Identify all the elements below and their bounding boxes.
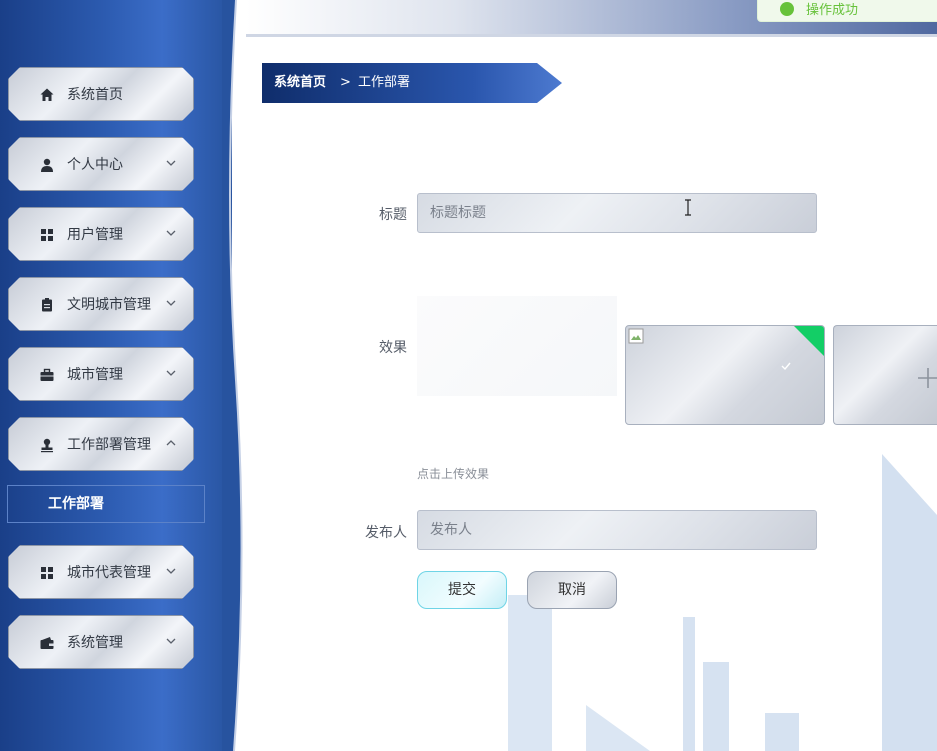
cancel-button[interactable]: 取消 [527, 571, 617, 609]
plus-icon [918, 368, 937, 388]
publisher-label: 发布人 [365, 525, 407, 541]
sidebar-item-label: 系统管理 [67, 635, 123, 651]
sidebar-item-label: 个人中心 [67, 157, 123, 173]
sidebar-item-city-management[interactable]: 城市管理 [8, 347, 194, 401]
check-icon [781, 362, 791, 371]
title-input[interactable] [417, 193, 817, 233]
upload-hint-text: 点击上传效果 [417, 467, 490, 481]
sidebar-item-civilized-city[interactable]: 文明城市管理 [8, 277, 194, 331]
toast-message: 操作成功 [806, 3, 859, 18]
home-icon [39, 87, 55, 103]
sidebar-item-label: 城市代表管理 [67, 565, 151, 581]
chevron-down-icon [166, 370, 176, 376]
sidebar-edge [222, 0, 243, 751]
wallet-icon [39, 635, 55, 651]
breadcrumb-home-link[interactable]: 系统首页 [274, 63, 326, 103]
chevron-down-icon [166, 568, 176, 574]
submenu-item-work-deployment[interactable]: 工作部署 [7, 485, 205, 523]
effect-image-preview[interactable] [417, 296, 617, 396]
sidebar-item-system-management[interactable]: 系统管理 [8, 615, 194, 669]
sidebar-item-work-deployment-management[interactable]: 工作部署管理 [8, 417, 194, 471]
success-toast: 操作成功 [757, 0, 937, 22]
chevron-down-icon [166, 300, 176, 306]
sidebar-item-label: 文明城市管理 [67, 297, 151, 313]
sidebar-item-label: 工作部署管理 [67, 437, 151, 453]
title-label: 标题 [379, 207, 407, 223]
sidebar-item-label: 用户管理 [67, 227, 123, 243]
chevron-up-icon [166, 440, 176, 446]
breadcrumb-separator: > [340, 75, 351, 90]
clipboard-icon [39, 297, 55, 313]
grid-icon [39, 227, 55, 243]
grid-icon [39, 565, 55, 581]
submit-button[interactable]: 提交 [417, 571, 507, 609]
briefcase-icon [39, 367, 55, 383]
stamp-icon [39, 437, 55, 453]
text-cursor-icon [685, 199, 691, 216]
sidebar-item-city-representative[interactable]: 城市代表管理 [8, 545, 194, 599]
sidebar-item-label: 城市管理 [67, 367, 123, 383]
broken-image-icon [628, 328, 644, 344]
upload-success-badge [794, 326, 824, 356]
uploaded-image-thumbnail[interactable] [625, 325, 825, 425]
chevron-down-icon [166, 638, 176, 644]
chevron-down-icon [166, 160, 176, 166]
user-icon [39, 157, 55, 173]
breadcrumb: 系统首页 > 工作部署 [262, 63, 562, 103]
sidebar-item-user-management[interactable]: 用户管理 [8, 207, 194, 261]
chevron-down-icon [166, 230, 176, 236]
breadcrumb-current: 工作部署 [358, 75, 411, 90]
sidebar-item-personal-center[interactable]: 个人中心 [8, 137, 194, 191]
effect-label: 效果 [379, 340, 407, 356]
upload-add-button[interactable] [833, 325, 937, 425]
check-circle-icon [780, 2, 794, 16]
sidebar-item-home[interactable]: 系统首页 [8, 67, 194, 121]
sidebar-item-label: 系统首页 [67, 87, 123, 103]
publisher-input[interactable] [417, 510, 817, 550]
